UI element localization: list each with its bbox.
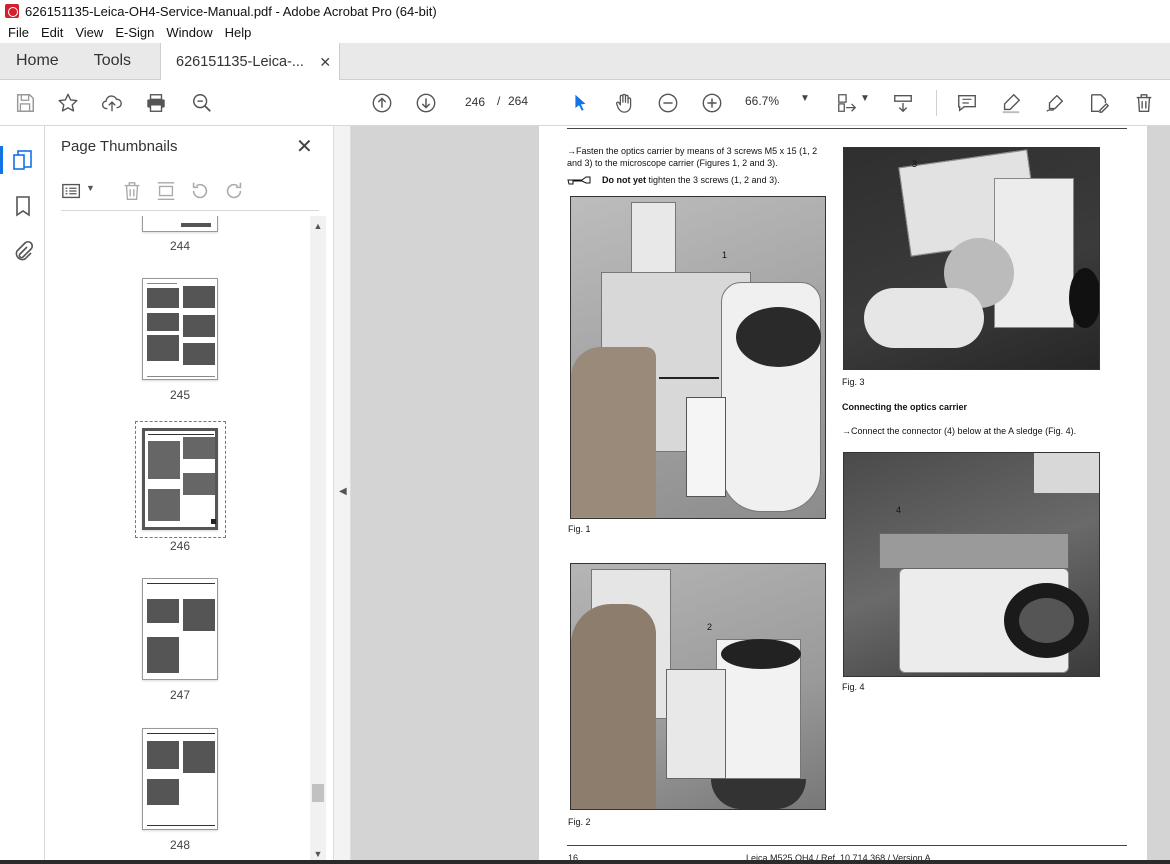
menu-view[interactable]: View xyxy=(69,25,109,40)
comment-icon[interactable] xyxy=(955,91,979,115)
fit-dropdown-icon[interactable]: ▼ xyxy=(860,93,870,104)
rotate-cw-icon[interactable] xyxy=(223,180,245,202)
sign-icon[interactable] xyxy=(1043,91,1067,115)
figure-2-caption: Fig. 2 xyxy=(568,817,591,827)
tab-document-label: 626151135-Leica-... xyxy=(176,54,304,70)
menu-help[interactable]: Help xyxy=(219,25,258,40)
menu-file[interactable]: File xyxy=(0,25,35,40)
figure-1-photo xyxy=(570,196,826,519)
edit-pdf-icon[interactable] xyxy=(1087,91,1111,115)
delete-icon[interactable] xyxy=(1132,91,1156,115)
hand-icon[interactable] xyxy=(612,91,636,115)
document-view[interactable]: →Fasten the optics carrier by means of 3… xyxy=(351,126,1170,864)
instruction-fasten: →Fasten the optics carrier by means of 3… xyxy=(567,146,818,168)
zoom-level[interactable]: 66.7% xyxy=(745,94,779,108)
note-bold: Do not yet xyxy=(602,175,646,185)
thumbnail-label: 244 xyxy=(169,239,191,253)
instruction-connect: →Connect the connector (4) below at the … xyxy=(842,426,1077,436)
title-bar: 626151135-Leica-OH4-Service-Manual.pdf -… xyxy=(0,0,1170,22)
panel-title: Page Thumbnails xyxy=(61,138,178,155)
thumbnail-label: 248 xyxy=(169,838,191,852)
thumbnail-label: 245 xyxy=(169,388,191,402)
callout-2: 2 xyxy=(707,622,713,632)
figure-1-caption: Fig. 1 xyxy=(568,524,591,534)
attachments-icon[interactable] xyxy=(11,240,35,264)
tab-home[interactable]: Home xyxy=(0,43,79,79)
pointing-hand-icon xyxy=(567,176,591,185)
figure-2-photo xyxy=(570,563,826,810)
thumbnail-page-247[interactable] xyxy=(142,578,218,680)
save-icon[interactable] xyxy=(13,91,37,115)
print-icon[interactable] xyxy=(144,91,168,115)
callout-3: 3 xyxy=(912,159,918,169)
thumbnail-page-248[interactable] xyxy=(142,728,218,830)
page-top-rule xyxy=(567,128,1127,129)
options-dropdown-icon[interactable]: ▼ xyxy=(86,183,95,193)
thumbnails-panel: Page Thumbnails ✕ ▼ 244 245 246 247 248 … xyxy=(45,126,333,864)
thumbnail-label: 247 xyxy=(169,688,191,702)
zoom-search-icon[interactable] xyxy=(190,91,214,115)
page-separator: / xyxy=(497,94,501,108)
page-total: 264 xyxy=(508,94,529,108)
note-text: tighten the 3 screws (1, 2 and 3). xyxy=(646,175,780,185)
highlight-icon[interactable] xyxy=(999,91,1023,115)
fit-page-icon[interactable] xyxy=(835,91,859,115)
pdf-page: →Fasten the optics carrier by means of 3… xyxy=(539,126,1147,864)
section-heading: Connecting the optics carrier xyxy=(842,402,968,412)
tab-document[interactable]: 626151135-Leica-... ✕ xyxy=(160,43,341,81)
menu-edit[interactable]: Edit xyxy=(35,25,69,40)
toolbar: 246 / 264 66.7% ▼ ▼ xyxy=(0,80,1170,126)
close-tab-icon[interactable]: ✕ xyxy=(319,54,331,71)
page-thumbnails-icon[interactable] xyxy=(11,148,35,172)
zoom-out-icon[interactable] xyxy=(656,91,680,115)
acrobat-logo-icon xyxy=(5,4,19,18)
star-icon[interactable] xyxy=(56,91,80,115)
thumbnail-label: 246 xyxy=(169,539,191,553)
thumbnail-list: 244 245 246 247 248 xyxy=(45,216,315,864)
tab-tools[interactable]: Tools xyxy=(79,43,146,79)
arrow-down-icon[interactable] xyxy=(414,91,438,115)
toolbar-divider xyxy=(936,90,937,116)
arrow-up-icon[interactable] xyxy=(370,91,394,115)
scroll-mode-icon[interactable] xyxy=(891,91,915,115)
figure-4-photo xyxy=(843,452,1100,677)
navigation-rail xyxy=(0,126,45,864)
thumbnail-page-244[interactable] xyxy=(142,216,218,232)
close-panel-icon[interactable]: ✕ xyxy=(296,134,313,159)
thumbnail-page-246[interactable] xyxy=(142,428,218,530)
thumbnail-scrollbar[interactable]: ▲ ▼ xyxy=(310,216,326,864)
scrollbar-thumb[interactable] xyxy=(312,784,324,802)
callout-1: 1 xyxy=(722,250,728,260)
figure-3-caption: Fig. 3 xyxy=(842,377,865,387)
zoom-dropdown-icon[interactable]: ▼ xyxy=(800,93,810,104)
menu-window[interactable]: Window xyxy=(160,25,218,40)
bookmarks-icon[interactable] xyxy=(11,194,35,218)
page-bottom-rule xyxy=(567,845,1127,846)
tab-bar: Home Tools 626151135-Leica-... ✕ xyxy=(0,43,1170,81)
panel-splitter[interactable]: ◀ xyxy=(333,126,351,864)
panel-divider xyxy=(61,210,319,211)
menu-esign[interactable]: E-Sign xyxy=(109,25,160,40)
figure-4-caption: Fig. 4 xyxy=(842,682,865,692)
note-row: Do not yet tighten the 3 screws (1, 2 an… xyxy=(567,174,827,186)
pointer-icon[interactable] xyxy=(568,91,592,115)
menu-bar: File Edit View E-Sign Window Help xyxy=(0,22,1170,43)
upload-icon[interactable] xyxy=(100,91,124,115)
window-title: 626151135-Leica-OH4-Service-Manual.pdf -… xyxy=(25,3,437,19)
delete-page-icon[interactable] xyxy=(121,180,143,202)
taskbar-edge xyxy=(0,860,1170,864)
callout-4: 4 xyxy=(896,505,902,515)
page-number-input[interactable]: 246 xyxy=(455,90,495,114)
rail-active-indicator xyxy=(0,146,3,174)
rotate-ccw-icon[interactable] xyxy=(189,180,211,202)
thumbnail-options-icon[interactable] xyxy=(61,180,83,202)
scroll-up-icon[interactable]: ▲ xyxy=(310,218,326,234)
figure-3-photo xyxy=(843,147,1100,370)
collapse-panel-icon[interactable]: ◀ xyxy=(339,486,347,497)
thumbnail-page-245[interactable] xyxy=(142,278,218,380)
insert-page-icon[interactable] xyxy=(155,180,177,202)
zoom-in-icon[interactable] xyxy=(700,91,724,115)
panel-toolbar: ▼ xyxy=(61,176,321,206)
